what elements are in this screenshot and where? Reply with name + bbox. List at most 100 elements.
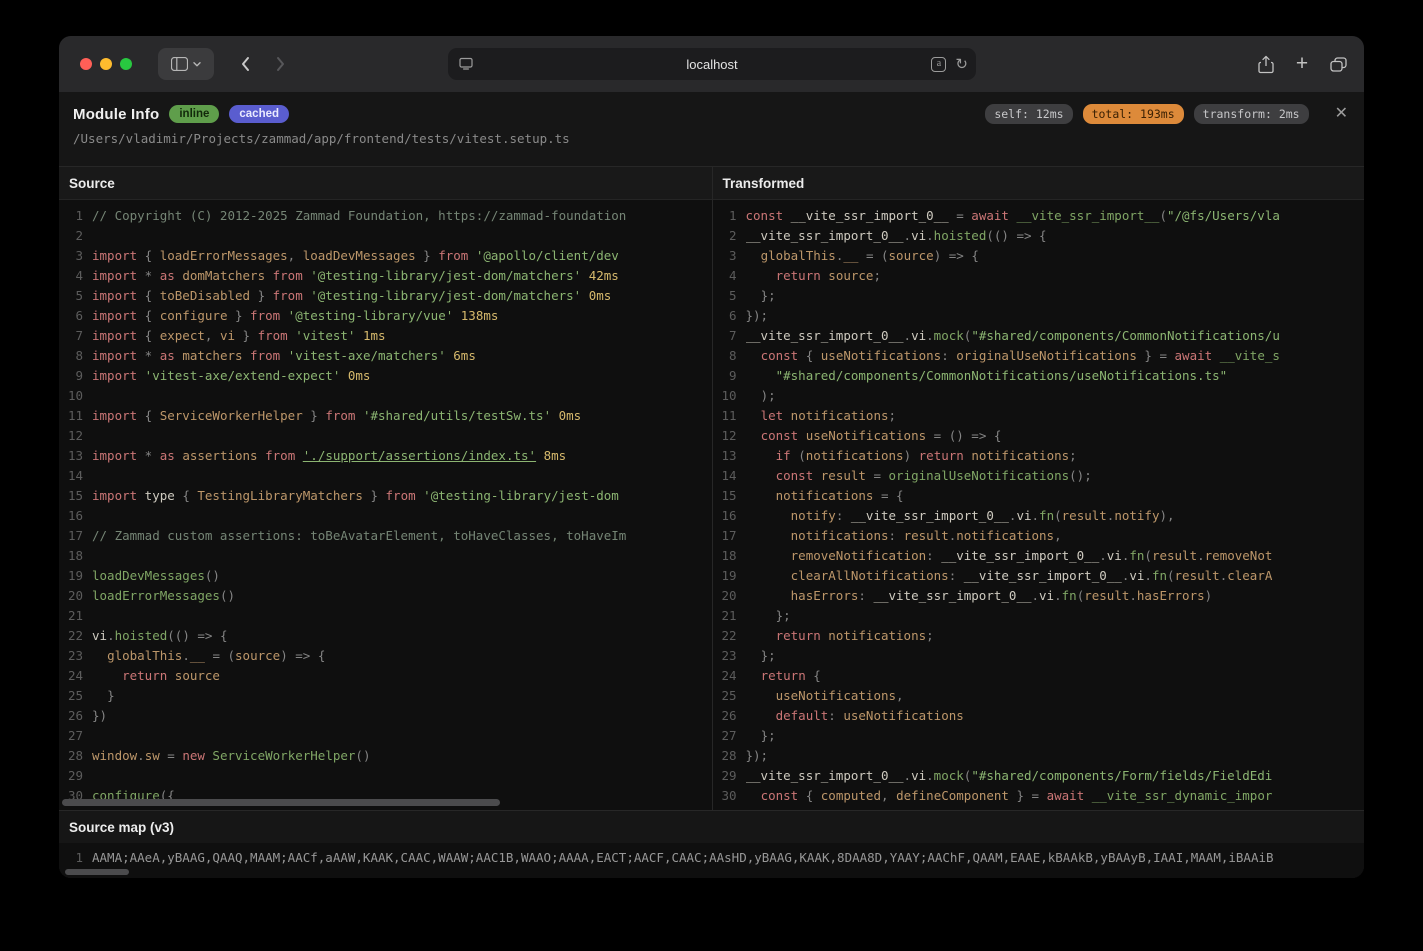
close-window-button[interactable]	[80, 58, 92, 70]
code-line: 4 return source;	[713, 266, 1365, 286]
code-line: 28});	[713, 746, 1365, 766]
code-token: window	[92, 748, 137, 763]
code-token: }	[235, 328, 258, 343]
code-token: return	[776, 628, 821, 643]
reload-icon[interactable]: ↻	[955, 57, 968, 72]
new-tab-button[interactable]: +	[1286, 48, 1318, 80]
code-line: 1 AAMA;AAeA,yBAAG,QAAQ,MAAM;AACf,aAAW,KA…	[59, 848, 1364, 868]
code-token: {	[798, 788, 821, 803]
code-token: *	[137, 448, 160, 463]
code-token: notifications	[956, 528, 1054, 543]
code-token: }	[107, 688, 115, 703]
code-token: __vite_ssr_import_0__	[851, 508, 1009, 523]
code-token: vi	[1129, 568, 1144, 583]
transformed-code-view[interactable]: 1const __vite_ssr_import_0__ = await __v…	[713, 200, 1365, 810]
chevron-down-icon	[193, 62, 201, 67]
code-token: const	[746, 208, 784, 223]
code-text: notifications = {	[746, 486, 1365, 506]
code-line: 14 const result = originalUseNotificatio…	[713, 466, 1365, 486]
module-link[interactable]: './support/assertions/index.ts'	[303, 448, 536, 463]
back-button[interactable]	[229, 48, 261, 80]
code-line: 26 default: useNotifications	[713, 706, 1365, 726]
code-text: clearAllNotifications: __vite_ssr_import…	[746, 566, 1365, 586]
line-number: 2	[63, 226, 83, 246]
line-number: 18	[63, 546, 83, 566]
code-token: vi	[911, 768, 926, 783]
code-line: 6import { configure } from '@testing-lib…	[59, 306, 712, 326]
line-number: 30	[717, 786, 737, 806]
code-text: loadErrorMessages()	[92, 586, 712, 606]
code-token: .	[137, 748, 145, 763]
sidebar-toggle-button[interactable]	[158, 48, 214, 80]
code-token: (	[1054, 508, 1062, 523]
code-token	[746, 568, 791, 583]
code-token: };	[761, 648, 776, 663]
transformed-panel: Transformed 1const __vite_ssr_import_0__…	[712, 167, 1365, 810]
address-bar[interactable]: localhost a ↻	[448, 48, 976, 80]
line-number: 25	[63, 686, 83, 706]
code-text: const __vite_ssr_import_0__ = await __vi…	[746, 206, 1365, 226]
code-token: }	[363, 488, 386, 503]
code-token: return	[122, 668, 167, 683]
code-token: ,	[205, 328, 220, 343]
code-token: from	[258, 448, 296, 463]
fullscreen-window-button[interactable]	[120, 58, 132, 70]
code-line: 4import * as domMatchers from '@testing-…	[59, 266, 712, 286]
module-file-path: /Users/vladimir/Projects/zammad/app/fron…	[73, 131, 1348, 146]
code-token: import	[92, 408, 137, 423]
code-token: hasErrors	[791, 588, 859, 603]
code-line: 21	[59, 606, 712, 626]
code-line: 1// Copyright (C) 2012-2025 Zammad Found…	[59, 206, 712, 226]
code-token: result	[904, 528, 949, 543]
line-number: 9	[717, 366, 737, 386]
share-button[interactable]	[1250, 48, 1282, 80]
chevron-left-icon	[240, 56, 250, 72]
code-token: clearAllNotifications	[791, 568, 949, 583]
code-token: :	[858, 588, 873, 603]
forward-button[interactable]	[265, 48, 297, 80]
code-line: 9 "#shared/components/CommonNotification…	[713, 366, 1365, 386]
code-token: "#shared/components/CommonNotifications/…	[776, 368, 1228, 383]
code-token: vi	[1039, 588, 1054, 603]
source-code-view[interactable]: 1// Copyright (C) 2012-2025 Zammad Found…	[59, 200, 712, 810]
plus-icon: +	[1296, 54, 1308, 74]
line-number: 9	[63, 366, 83, 386]
content-blocker-icon[interactable]: a	[931, 57, 946, 72]
code-token: __vite_ssr_import_0__	[873, 588, 1031, 603]
code-token: default	[776, 708, 829, 723]
code-token	[746, 368, 776, 383]
page-preview-icon	[459, 57, 473, 70]
code-token: ,	[288, 248, 303, 263]
code-line: 9import 'vitest-axe/extend-expect' 0ms	[59, 366, 712, 386]
code-token: :	[949, 568, 964, 583]
code-line: 23 };	[713, 646, 1365, 666]
minimize-window-button[interactable]	[100, 58, 112, 70]
horizontal-scrollbar[interactable]	[65, 869, 129, 875]
code-line: 1const __vite_ssr_import_0__ = await __v…	[713, 206, 1365, 226]
line-number: 29	[63, 766, 83, 786]
line-number: 4	[717, 266, 737, 286]
code-token: (() => {	[986, 228, 1046, 243]
source-panel-title: Source	[59, 167, 712, 200]
code-token: from	[386, 488, 416, 503]
code-token: import	[92, 268, 137, 283]
page-title: Module Info	[73, 106, 159, 123]
timing-badge-transform: transform: 2ms	[1194, 104, 1309, 124]
code-token: const	[761, 788, 799, 803]
code-token: type	[137, 488, 175, 503]
code-text: })	[92, 706, 712, 726]
code-token: {	[137, 248, 160, 263]
code-token	[746, 348, 761, 363]
tab-overview-button[interactable]	[1322, 48, 1354, 80]
code-line: 5import { toBeDisabled } from '@testing-…	[59, 286, 712, 306]
horizontal-scrollbar[interactable]	[62, 799, 500, 806]
code-token: __vite_ssr_import_0__	[746, 328, 904, 343]
code-line: 24 return {	[713, 666, 1365, 686]
code-token: result	[1152, 548, 1197, 563]
code-line: 15import type { TestingLibraryMatchers }…	[59, 486, 712, 506]
close-icon[interactable]: ✕	[1335, 106, 1348, 122]
line-number: 19	[63, 566, 83, 586]
code-token: '@testing-library/jest-dom	[416, 488, 619, 503]
line-number: 15	[63, 486, 83, 506]
code-text: window.sw = new ServiceWorkerHelper()	[92, 746, 712, 766]
